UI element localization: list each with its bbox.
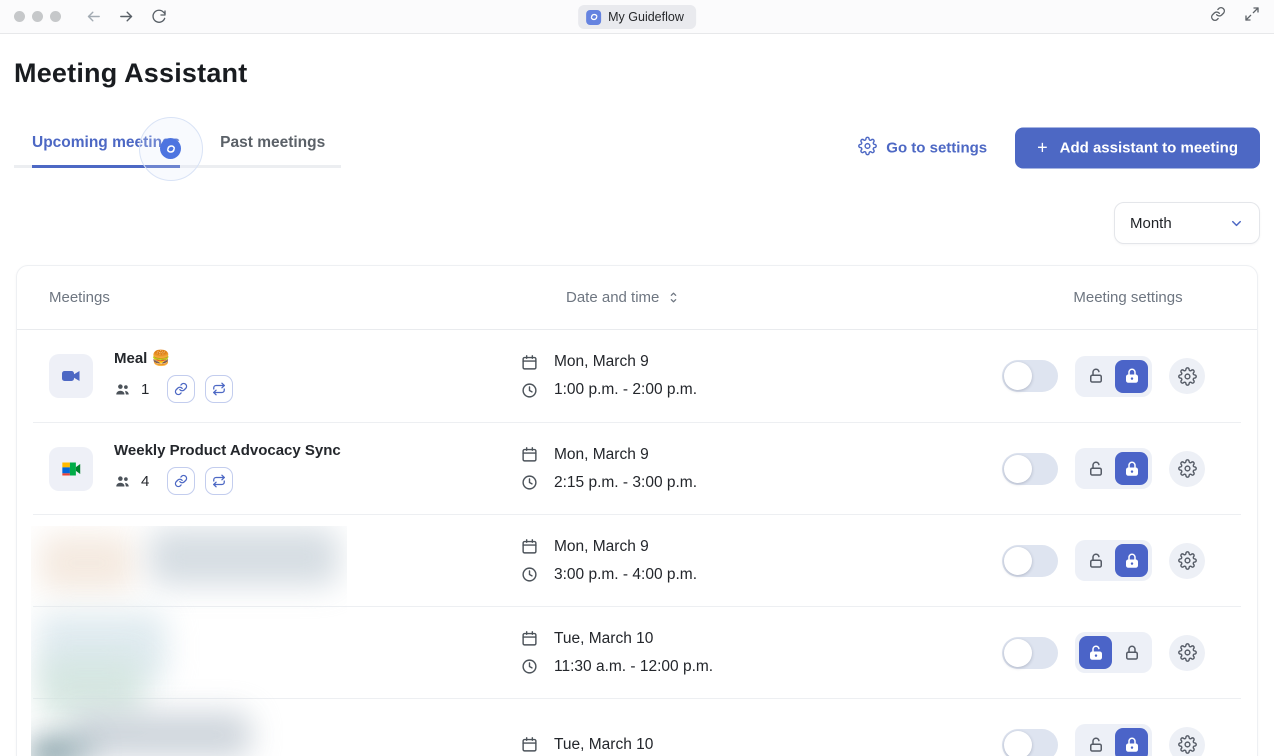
assistant-toggle[interactable] [1002,453,1058,485]
meeting-time: 11:30 a.m. - 12:00 p.m. [554,658,713,676]
lock-segment [1075,724,1152,756]
window-close-dot[interactable] [14,11,25,22]
table-row: Mon, March 9 3:00 p.m. - 4:00 p.m. [33,514,1241,606]
lock-button[interactable] [1115,452,1148,485]
meeting-settings-button[interactable] [1169,451,1205,487]
add-assistant-label: Add assistant to meeting [1060,140,1238,157]
meeting-date: Tue, March 10 [554,630,653,648]
period-dropdown-value: Month [1130,215,1172,232]
add-assistant-button[interactable]: + Add assistant to meeting [1015,128,1260,169]
gear-icon [1178,367,1197,386]
expand-icon[interactable] [1244,6,1260,27]
meeting-settings-button[interactable] [1169,543,1205,579]
calendar-icon [521,446,538,463]
unlock-button[interactable] [1079,452,1112,485]
lock-segment [1075,356,1152,397]
calendar-icon [521,354,538,371]
guideflow-logo-icon [586,10,601,25]
meeting-settings-button[interactable] [1169,358,1205,394]
calendar-icon [521,538,538,555]
gear-icon [1178,735,1197,754]
clock-icon [521,566,538,583]
sort-icon[interactable] [667,291,680,304]
meeting-title: Meal 🍔 [114,349,233,367]
meeting-settings-button[interactable] [1169,727,1205,756]
participants-icon [114,381,131,398]
meeting-title: Weekly Product Advocacy Sync [114,442,341,459]
go-to-settings-label: Go to settings [886,140,987,157]
cursor-pointer-icon [160,138,181,159]
meeting-time: 3:00 p.m. - 4:00 p.m. [554,566,697,584]
assistant-toggle[interactable] [1002,360,1058,392]
reload-icon[interactable] [151,9,167,25]
meeting-date: Mon, March 9 [554,538,649,556]
window-minimize-dot[interactable] [32,11,43,22]
clock-icon [521,382,538,399]
table-row: Meal 🍔 1 [33,330,1241,422]
column-header-date-time: Date and time [566,289,659,306]
browser-tab-title: My Guideflow [608,10,684,24]
video-call-icon [49,354,93,398]
go-to-settings-link[interactable]: Go to settings [858,137,987,160]
page-title: Meeting Assistant [14,58,1260,89]
window-controls[interactable] [14,11,61,22]
meeting-time: 2:15 p.m. - 3:00 p.m. [554,474,697,492]
gear-icon [1178,551,1197,570]
meeting-date: Tue, March 10 [554,736,653,754]
assistant-toggle[interactable] [1002,545,1058,577]
clock-icon [521,658,538,675]
period-dropdown[interactable]: Month [1114,202,1260,244]
back-icon[interactable] [85,8,102,25]
unlock-button[interactable] [1079,544,1112,577]
chevron-down-icon [1229,216,1244,231]
lock-button[interactable] [1115,544,1148,577]
lock-segment [1075,448,1152,489]
recurring-meeting-button[interactable] [205,467,233,495]
recurring-meeting-button[interactable] [205,375,233,403]
meeting-date: Mon, March 9 [554,353,649,371]
unlock-button[interactable] [1079,636,1112,669]
copy-link-button[interactable] [167,467,195,495]
gear-icon [1178,643,1197,662]
clock-icon [521,474,538,491]
google-meet-icon [49,447,93,491]
tab-past-meetings[interactable]: Past meetings [220,134,325,168]
calendar-icon [521,630,538,647]
table-header: Meetings Date and time Meeting settings [17,266,1257,330]
copy-link-button[interactable] [167,375,195,403]
column-header-meetings: Meetings [49,289,521,306]
gear-icon [1178,459,1197,478]
participants-icon [114,473,131,490]
lock-button[interactable] [1115,360,1148,393]
share-link-icon[interactable] [1210,6,1226,27]
meeting-settings-button[interactable] [1169,635,1205,671]
lock-button[interactable] [1115,728,1148,756]
meetings-table: Meetings Date and time Meeting settings … [16,265,1258,756]
window-zoom-dot[interactable] [50,11,61,22]
meeting-date: Mon, March 9 [554,446,649,464]
meeting-time: 1:00 p.m. - 2:00 p.m. [554,381,697,399]
table-row: Weekly Product Advocacy Sync 4 [33,422,1241,514]
participant-count: 4 [141,473,149,490]
calendar-icon [521,736,538,753]
lock-button[interactable] [1115,636,1148,669]
browser-tab[interactable]: My Guideflow [578,5,696,29]
unlock-button[interactable] [1079,360,1112,393]
lock-segment [1075,632,1152,673]
assistant-toggle[interactable] [1002,637,1058,669]
table-row: Tue, March 10 [33,698,1241,756]
column-header-meeting-settings: Meeting settings [871,289,1225,306]
forward-icon[interactable] [118,8,135,25]
table-row: Tue, March 10 11:30 a.m. - 12:00 p.m. [33,606,1241,698]
browser-chrome: My Guideflow [0,0,1274,34]
unlock-button[interactable] [1079,728,1112,756]
gear-icon [858,137,877,160]
assistant-toggle[interactable] [1002,729,1058,756]
participant-count: 1 [141,381,149,398]
lock-segment [1075,540,1152,581]
plus-icon: + [1037,138,1048,159]
